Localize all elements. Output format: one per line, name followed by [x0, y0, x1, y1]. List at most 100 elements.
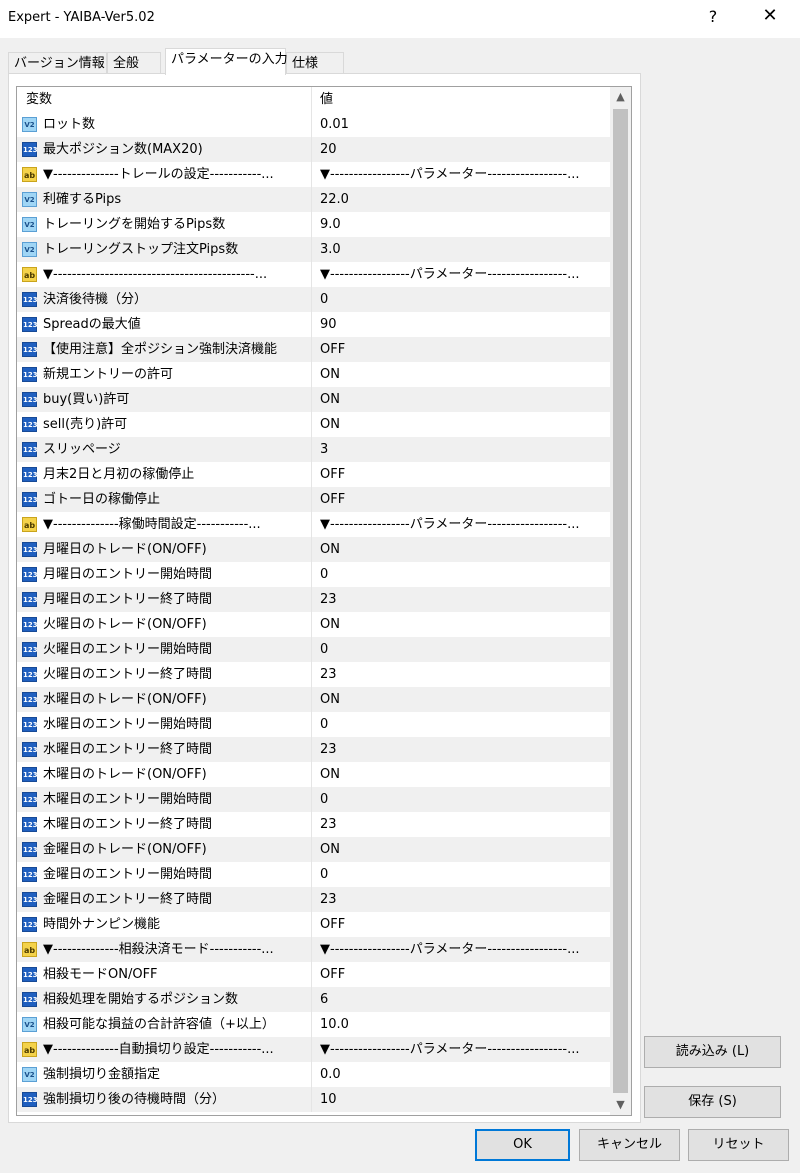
- parameter-value[interactable]: ▼-----------------パラメーター----------------…: [320, 162, 605, 187]
- parameter-value[interactable]: ON: [320, 612, 605, 637]
- parameter-row[interactable]: 123 スリッページ 3: [17, 437, 610, 462]
- parameter-row[interactable]: 123 強制損切り後の待機時間（分） 10: [17, 1087, 610, 1112]
- cancel-button[interactable]: キャンセル: [579, 1129, 680, 1161]
- parameter-value[interactable]: 0.01: [320, 112, 605, 137]
- parameter-row[interactable]: ab ▼--------------相殺決済モード-----------... ▼-…: [17, 937, 610, 962]
- parameter-value[interactable]: 10.0: [320, 1012, 605, 1037]
- parameter-row[interactable]: 123 火曜日のエントリー開始時間 0: [17, 637, 610, 662]
- parameter-row[interactable]: 123 時間外ナンピン機能 OFF: [17, 912, 610, 937]
- parameter-name: 火曜日のエントリー開始時間: [43, 642, 213, 657]
- parameter-value[interactable]: ▼-----------------パラメーター----------------…: [320, 1037, 605, 1062]
- parameter-row[interactable]: 123 最大ポジション数(MAX20) 20: [17, 137, 610, 162]
- parameter-value[interactable]: 0: [320, 287, 605, 312]
- parameter-value[interactable]: 3.0: [320, 237, 605, 262]
- parameter-value[interactable]: OFF: [320, 487, 605, 512]
- parameter-row[interactable]: 123 Spreadの最大値 90: [17, 312, 610, 337]
- load-button[interactable]: 読み込み (L): [644, 1036, 781, 1068]
- parameter-value[interactable]: ON: [320, 412, 605, 437]
- parameter-value[interactable]: 23: [320, 737, 605, 762]
- parameter-value[interactable]: ON: [320, 362, 605, 387]
- parameter-row[interactable]: 123 水曜日のエントリー終了時間 23: [17, 737, 610, 762]
- parameter-row[interactable]: V2 トレーリングを開始するPips数 9.0: [17, 212, 610, 237]
- parameter-row[interactable]: 123 水曜日のトレード(ON/OFF) ON: [17, 687, 610, 712]
- parameter-value[interactable]: ON: [320, 537, 605, 562]
- parameter-value[interactable]: 0.0: [320, 1062, 605, 1087]
- column-divider: [311, 812, 312, 837]
- parameter-row[interactable]: 123 月曜日のエントリー終了時間 23: [17, 587, 610, 612]
- parameter-row[interactable]: 123 相殺処理を開始するポジション数 6: [17, 987, 610, 1012]
- parameter-value[interactable]: 3: [320, 437, 605, 462]
- parameter-value[interactable]: ON: [320, 387, 605, 412]
- tab-specification[interactable]: 仕様: [286, 52, 344, 74]
- parameter-value[interactable]: 9.0: [320, 212, 605, 237]
- parameter-value[interactable]: 23: [320, 587, 605, 612]
- parameter-row[interactable]: 123 buy(買い)許可 ON: [17, 387, 610, 412]
- parameter-value[interactable]: ON: [320, 762, 605, 787]
- parameter-value[interactable]: ▼-----------------パラメーター----------------…: [320, 937, 605, 962]
- header-variable[interactable]: 変数: [26, 87, 52, 112]
- parameter-row[interactable]: ab ▼--------------トレールの設定-----------... ▼-…: [17, 162, 610, 187]
- parameter-row[interactable]: 123 月末2日と月初の稼働停止 OFF: [17, 462, 610, 487]
- parameter-value[interactable]: ▼-----------------パラメーター----------------…: [320, 512, 605, 537]
- parameter-row[interactable]: 123 相殺モードON/OFF OFF: [17, 962, 610, 987]
- parameter-value[interactable]: OFF: [320, 962, 605, 987]
- parameter-value[interactable]: ▼-----------------パラメーター----------------…: [320, 262, 605, 287]
- parameter-row[interactable]: 123 金曜日のトレード(ON/OFF) ON: [17, 837, 610, 862]
- save-button[interactable]: 保存 (S): [644, 1086, 781, 1118]
- parameter-row[interactable]: ab ▼--------------稼働時間設定-----------... ▼--…: [17, 512, 610, 537]
- parameter-row[interactable]: 123 金曜日のエントリー終了時間 23: [17, 887, 610, 912]
- parameter-value[interactable]: 20: [320, 137, 605, 162]
- parameter-row[interactable]: 123 月曜日のエントリー開始時間 0: [17, 562, 610, 587]
- parameter-row[interactable]: 123 水曜日のエントリー開始時間 0: [17, 712, 610, 737]
- parameter-row[interactable]: 123 木曜日のエントリー終了時間 23: [17, 812, 610, 837]
- parameter-row[interactable]: 123 火曜日のエントリー終了時間 23: [17, 662, 610, 687]
- parameter-row[interactable]: 123 木曜日のトレード(ON/OFF) ON: [17, 762, 610, 787]
- parameter-row[interactable]: V2 相殺可能な損益の合計許容値（+以上） 10.0: [17, 1012, 610, 1037]
- parameter-row[interactable]: 123 新規エントリーの許可 ON: [17, 362, 610, 387]
- parameter-value[interactable]: 10: [320, 1087, 605, 1112]
- tab-general[interactable]: 全般: [107, 52, 161, 74]
- scroll-down-icon[interactable]: ▼: [610, 1095, 631, 1115]
- tab-input-parameters[interactable]: パラメーターの入力: [165, 48, 288, 75]
- scroll-up-icon[interactable]: ▲: [610, 87, 631, 107]
- parameter-row[interactable]: 123 月曜日のトレード(ON/OFF) ON: [17, 537, 610, 562]
- parameter-value[interactable]: ON: [320, 687, 605, 712]
- parameter-value[interactable]: ON: [320, 837, 605, 862]
- parameter-value[interactable]: 0: [320, 787, 605, 812]
- parameter-row[interactable]: V2 強制損切り金額指定 0.0: [17, 1062, 610, 1087]
- parameter-row[interactable]: 123 sell(売り)許可 ON: [17, 412, 610, 437]
- parameter-value[interactable]: 0: [320, 862, 605, 887]
- parameter-value[interactable]: 6: [320, 987, 605, 1012]
- column-divider: [311, 537, 312, 562]
- header-value[interactable]: 値: [320, 87, 333, 112]
- parameter-value[interactable]: 0: [320, 637, 605, 662]
- parameter-row[interactable]: V2 ロット数 0.01: [17, 112, 610, 137]
- parameter-row[interactable]: 123 ゴトー日の稼働停止 OFF: [17, 487, 610, 512]
- parameter-value[interactable]: OFF: [320, 337, 605, 362]
- reset-button[interactable]: リセット: [688, 1129, 789, 1161]
- parameter-row[interactable]: ab ▼-------------------------------------…: [17, 262, 610, 287]
- parameter-row[interactable]: V2 利確するPips 22.0: [17, 187, 610, 212]
- close-icon[interactable]: ✕: [759, 5, 781, 26]
- help-icon[interactable]: ?: [703, 7, 723, 26]
- parameter-value[interactable]: 23: [320, 812, 605, 837]
- parameter-value[interactable]: 23: [320, 887, 605, 912]
- vertical-scrollbar[interactable]: ▲ ▼: [610, 87, 631, 1115]
- parameter-value[interactable]: 0: [320, 562, 605, 587]
- parameter-value[interactable]: 90: [320, 312, 605, 337]
- ok-button[interactable]: OK: [475, 1129, 570, 1161]
- parameter-row[interactable]: 123 火曜日のトレード(ON/OFF) ON: [17, 612, 610, 637]
- scrollbar-thumb[interactable]: [613, 109, 628, 1093]
- parameter-value[interactable]: 0: [320, 712, 605, 737]
- parameter-value[interactable]: 22.0: [320, 187, 605, 212]
- parameter-row[interactable]: 123 【使用注意】全ポジション強制決済機能 OFF: [17, 337, 610, 362]
- parameter-row[interactable]: 123 金曜日のエントリー開始時間 0: [17, 862, 610, 887]
- parameter-row[interactable]: ab ▼--------------自動損切り設定-----------... ▼-…: [17, 1037, 610, 1062]
- parameter-row[interactable]: 123 決済後待機（分） 0: [17, 287, 610, 312]
- tab-version-info[interactable]: バージョン情報: [8, 52, 107, 74]
- parameter-value[interactable]: OFF: [320, 462, 605, 487]
- parameter-value[interactable]: OFF: [320, 912, 605, 937]
- parameter-row[interactable]: V2 トレーリングストップ注文Pips数 3.0: [17, 237, 610, 262]
- parameter-row[interactable]: 123 木曜日のエントリー開始時間 0: [17, 787, 610, 812]
- parameter-value[interactable]: 23: [320, 662, 605, 687]
